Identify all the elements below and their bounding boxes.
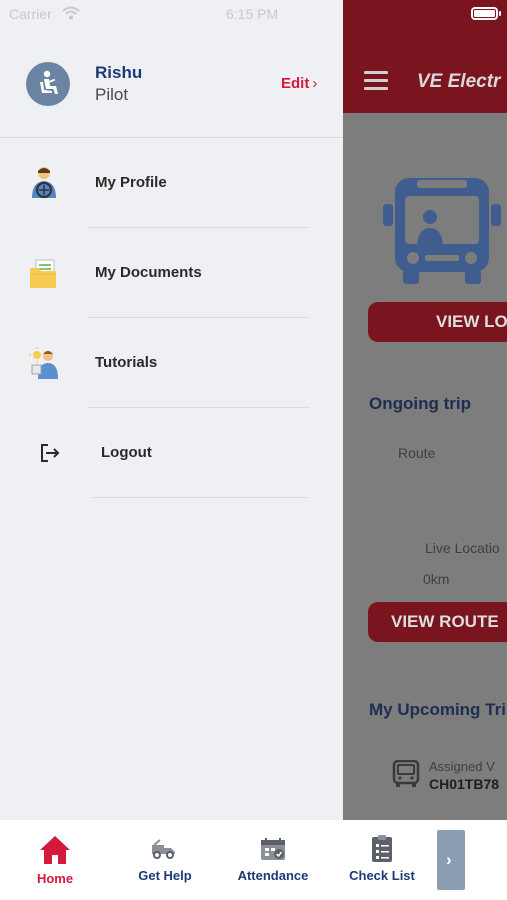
bus-icon xyxy=(383,178,501,284)
tab-home[interactable]: Home xyxy=(20,820,90,900)
view-route-button[interactable]: VIEW ROUTE xyxy=(368,602,507,642)
live-location-label: Live Locatio xyxy=(425,540,500,556)
avatar[interactable] xyxy=(26,62,70,106)
navigation-drawer: Rishu Pilot Edit › My Profile My Document… xyxy=(0,0,343,820)
tow-truck-icon xyxy=(152,839,175,859)
documents-folder-icon xyxy=(30,259,56,288)
tab-get-help[interactable]: Get Help xyxy=(130,820,200,900)
drawer-item-logout[interactable]: Logout xyxy=(0,408,343,498)
tab-check-list[interactable]: Check List xyxy=(343,820,421,900)
edit-label: Edit xyxy=(281,75,310,92)
assigned-vehicle-label: Assigned V xyxy=(429,759,495,774)
battery-icon xyxy=(471,7,501,20)
app-title: VE Electr xyxy=(417,71,501,92)
carrier-label: Carrier xyxy=(9,6,52,22)
route-label: Route xyxy=(398,445,436,461)
drawer-item-my-profile[interactable]: My Profile xyxy=(0,138,343,228)
drawer-item-tutorials[interactable]: Tutorials xyxy=(0,318,343,408)
view-location-button[interactable]: VIEW LO xyxy=(368,302,507,342)
user-role: Pilot xyxy=(95,85,129,104)
divider xyxy=(92,497,308,498)
drawer-item-label: Logout xyxy=(101,444,152,461)
drawer-item-label: My Profile xyxy=(95,174,167,191)
tab-label: Check List xyxy=(349,868,415,883)
distance-value: 0km xyxy=(423,571,450,587)
seated-driver-icon xyxy=(40,70,58,94)
status-time: 6:15 PM xyxy=(226,6,279,22)
wifi-icon xyxy=(62,6,80,20)
ongoing-trip-title: Ongoing trip xyxy=(369,394,471,413)
home-icon xyxy=(40,836,70,864)
status-bar: Carrier 6:15 PM xyxy=(0,0,507,30)
tab-attendance[interactable]: Attendance xyxy=(233,820,313,900)
tab-label: Get Help xyxy=(138,868,192,883)
user-name: Rishu xyxy=(95,63,143,82)
calendar-icon xyxy=(261,838,285,860)
tab-label: Home xyxy=(36,871,74,886)
drawer-item-label: My Documents xyxy=(95,264,202,281)
tutorials-icon xyxy=(29,347,58,379)
tab-label: Attendance xyxy=(237,868,309,883)
chevron-right-icon: › xyxy=(312,75,318,92)
hamburger-menu-icon[interactable] xyxy=(364,71,388,91)
drawer-item-my-documents[interactable]: My Documents xyxy=(0,228,343,318)
upcoming-trips-title: My Upcoming Tri xyxy=(369,700,506,719)
logout-icon xyxy=(41,444,60,462)
drawer-item-label: Tutorials xyxy=(95,354,158,371)
driver-profile-icon xyxy=(32,167,56,198)
small-bus-icon xyxy=(392,760,420,787)
tabs-scroll-right-button[interactable]: › xyxy=(437,830,465,890)
edit-profile-link[interactable]: Edit › xyxy=(281,75,317,92)
chevron-right-icon: › xyxy=(446,850,452,869)
assigned-vehicle-value: CH01TB78 xyxy=(429,776,500,792)
checklist-icon xyxy=(372,835,392,862)
bottom-tab-bar: Home Get Help Attendance Check List xyxy=(0,820,507,900)
